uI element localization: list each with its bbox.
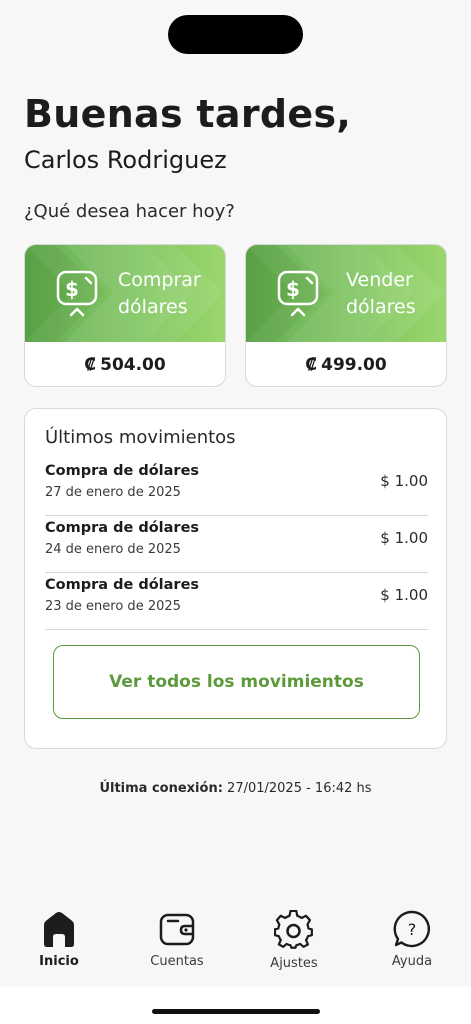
colon-currency-symbol: ₡ bbox=[305, 354, 318, 375]
home-indicator[interactable] bbox=[152, 1009, 320, 1014]
sell-price-value: 499.00 bbox=[321, 354, 387, 375]
sell-label-line2: dólares bbox=[346, 296, 416, 318]
sell-label-line1: Vender bbox=[346, 269, 413, 291]
tab-label: Inicio bbox=[39, 954, 79, 969]
tab-ajustes[interactable]: Ajustes bbox=[244, 910, 344, 971]
colon-currency-symbol: ₡ bbox=[84, 354, 97, 375]
movement-row[interactable]: Compra de dólares 23 de enero de 2025 $ … bbox=[45, 573, 428, 630]
buy-label-line1: Comprar bbox=[118, 269, 201, 291]
movement-row[interactable]: Compra de dólares 27 de enero de 2025 $ … bbox=[45, 459, 428, 516]
see-all-movements-button[interactable]: Ver todos los movimientos bbox=[53, 645, 420, 719]
home-icon bbox=[44, 912, 74, 947]
user-name: Carlos Rodriguez bbox=[24, 146, 227, 174]
movement-name: Compra de dólares bbox=[45, 463, 200, 479]
movement-amount: $ 1.00 bbox=[380, 586, 428, 604]
sell-card-banner: $ Vender dólares bbox=[246, 245, 446, 342]
buy-card-label: Comprar dólares bbox=[118, 267, 201, 321]
recent-movements-panel: Últimos movimientos Compra de dólares 27… bbox=[24, 408, 447, 749]
prompt-question: ¿Qué desea hacer hoy? bbox=[24, 201, 235, 222]
tab-inicio[interactable]: Inicio bbox=[9, 910, 109, 969]
movement-name: Compra de dólares bbox=[45, 520, 200, 536]
home-indicator-area bbox=[0, 987, 471, 1024]
buy-label-line2: dólares bbox=[118, 296, 188, 318]
svg-text:$: $ bbox=[286, 277, 300, 301]
buy-dollars-card[interactable]: $ Comprar dólares ₡ 504.00 bbox=[24, 244, 226, 387]
svg-text:$: $ bbox=[65, 277, 79, 301]
tab-cuentas[interactable]: Cuentas bbox=[127, 910, 227, 969]
tab-ayuda[interactable]: ? Ayuda bbox=[362, 910, 462, 969]
movement-name: Compra de dólares bbox=[45, 577, 200, 593]
sell-card-label: Vender dólares bbox=[346, 267, 416, 321]
tab-label: Cuentas bbox=[150, 954, 204, 969]
movement-date: 23 de enero de 2025 bbox=[45, 599, 181, 614]
sell-dollars-card[interactable]: $ Vender dólares ₡ 499.00 bbox=[245, 244, 447, 387]
movement-date: 27 de enero de 2025 bbox=[45, 485, 181, 500]
buy-price: ₡ 504.00 bbox=[25, 342, 225, 386]
movement-amount: $ 1.00 bbox=[380, 472, 428, 490]
buy-price-value: 504.00 bbox=[100, 354, 166, 375]
movements-title: Últimos movimientos bbox=[45, 427, 236, 448]
wallet-icon bbox=[159, 913, 195, 946]
movement-date: 24 de enero de 2025 bbox=[45, 542, 181, 557]
dollar-exchange-icon: $ bbox=[56, 270, 98, 317]
sell-price: ₡ 499.00 bbox=[246, 342, 446, 386]
help-bubble-icon: ? bbox=[393, 910, 431, 948]
movement-amount: $ 1.00 bbox=[380, 529, 428, 547]
svg-text:?: ? bbox=[408, 920, 417, 939]
movements-list: Compra de dólares 27 de enero de 2025 $ … bbox=[45, 459, 428, 630]
gear-icon bbox=[274, 910, 313, 949]
last-connection-value: 27/01/2025 - 16:42 hs bbox=[227, 781, 372, 796]
greeting-title: Buenas tardes, bbox=[24, 92, 352, 136]
tab-label: Ajustes bbox=[270, 956, 318, 971]
buy-card-banner: $ Comprar dólares bbox=[25, 245, 225, 342]
last-connection-label: Última conexión: bbox=[99, 781, 223, 796]
bottom-tab-bar: Inicio Cuentas Ajustes ? Ayuda bbox=[0, 890, 471, 987]
dollar-exchange-icon: $ bbox=[277, 270, 319, 317]
movement-row[interactable]: Compra de dólares 24 de enero de 2025 $ … bbox=[45, 516, 428, 573]
last-connection: Última conexión: 27/01/2025 - 16:42 hs bbox=[0, 781, 471, 796]
tab-label: Ayuda bbox=[391, 954, 433, 969]
dynamic-island bbox=[168, 15, 303, 54]
